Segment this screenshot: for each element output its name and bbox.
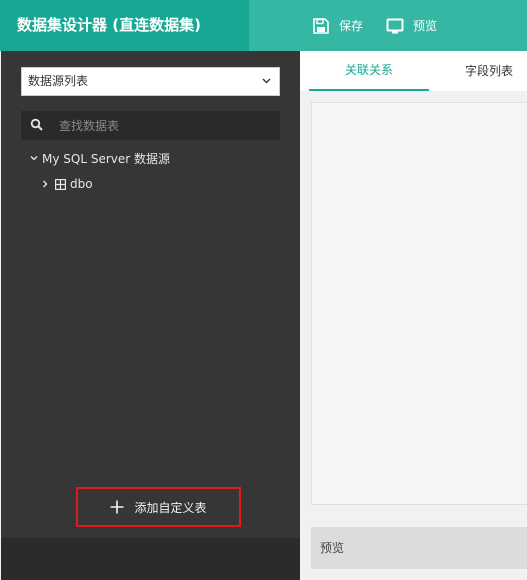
add-custom-table-button[interactable]: 添加自定义表 <box>76 487 241 527</box>
save-label: 保存 <box>339 19 364 33</box>
datasource-select[interactable]: 数据源列表 <box>21 67 280 96</box>
panel-footer <box>1 538 300 580</box>
search-icon <box>30 118 44 132</box>
save-icon <box>311 16 331 36</box>
save-button[interactable]: 保存 <box>311 0 363 51</box>
preview-button[interactable]: 预览 <box>385 0 437 51</box>
tab-field-list[interactable]: 字段列表 <box>429 51 527 91</box>
table-icon <box>55 178 67 190</box>
plus-icon <box>110 497 124 517</box>
preview-label: 预览 <box>413 19 438 33</box>
preview-section[interactable]: 预览 <box>311 527 527 569</box>
title-bar: 数据集设计器 (直连数据集) 保存 预览 <box>0 0 527 51</box>
search-input[interactable] <box>59 111 269 140</box>
monitor-icon <box>385 16 405 36</box>
tree-node-label: dbo <box>70 177 93 191</box>
datasource-select-value: 数据源列表 <box>28 74 89 88</box>
tree-node-schema[interactable]: dbo <box>40 176 93 192</box>
relation-canvas[interactable] <box>311 102 527 505</box>
tab-relations[interactable]: 关联关系 <box>309 51 429 91</box>
chevron-right-icon[interactable] <box>40 179 50 189</box>
add-custom-table-label: 添加自定义表 <box>134 500 207 515</box>
designer-panel: 关联关系 字段列表 预览 <box>300 51 527 580</box>
chevron-down-icon <box>262 68 271 106</box>
table-search[interactable] <box>21 111 280 140</box>
tree-node-label: My SQL Server 数据源 <box>42 151 170 166</box>
chevron-down-icon[interactable] <box>29 153 39 163</box>
tree-node-datasource[interactable]: My SQL Server 数据源 <box>29 150 170 166</box>
app-title: 数据集设计器 (直连数据集) <box>0 0 249 51</box>
tab-bar: 关联关系 字段列表 <box>300 51 527 91</box>
